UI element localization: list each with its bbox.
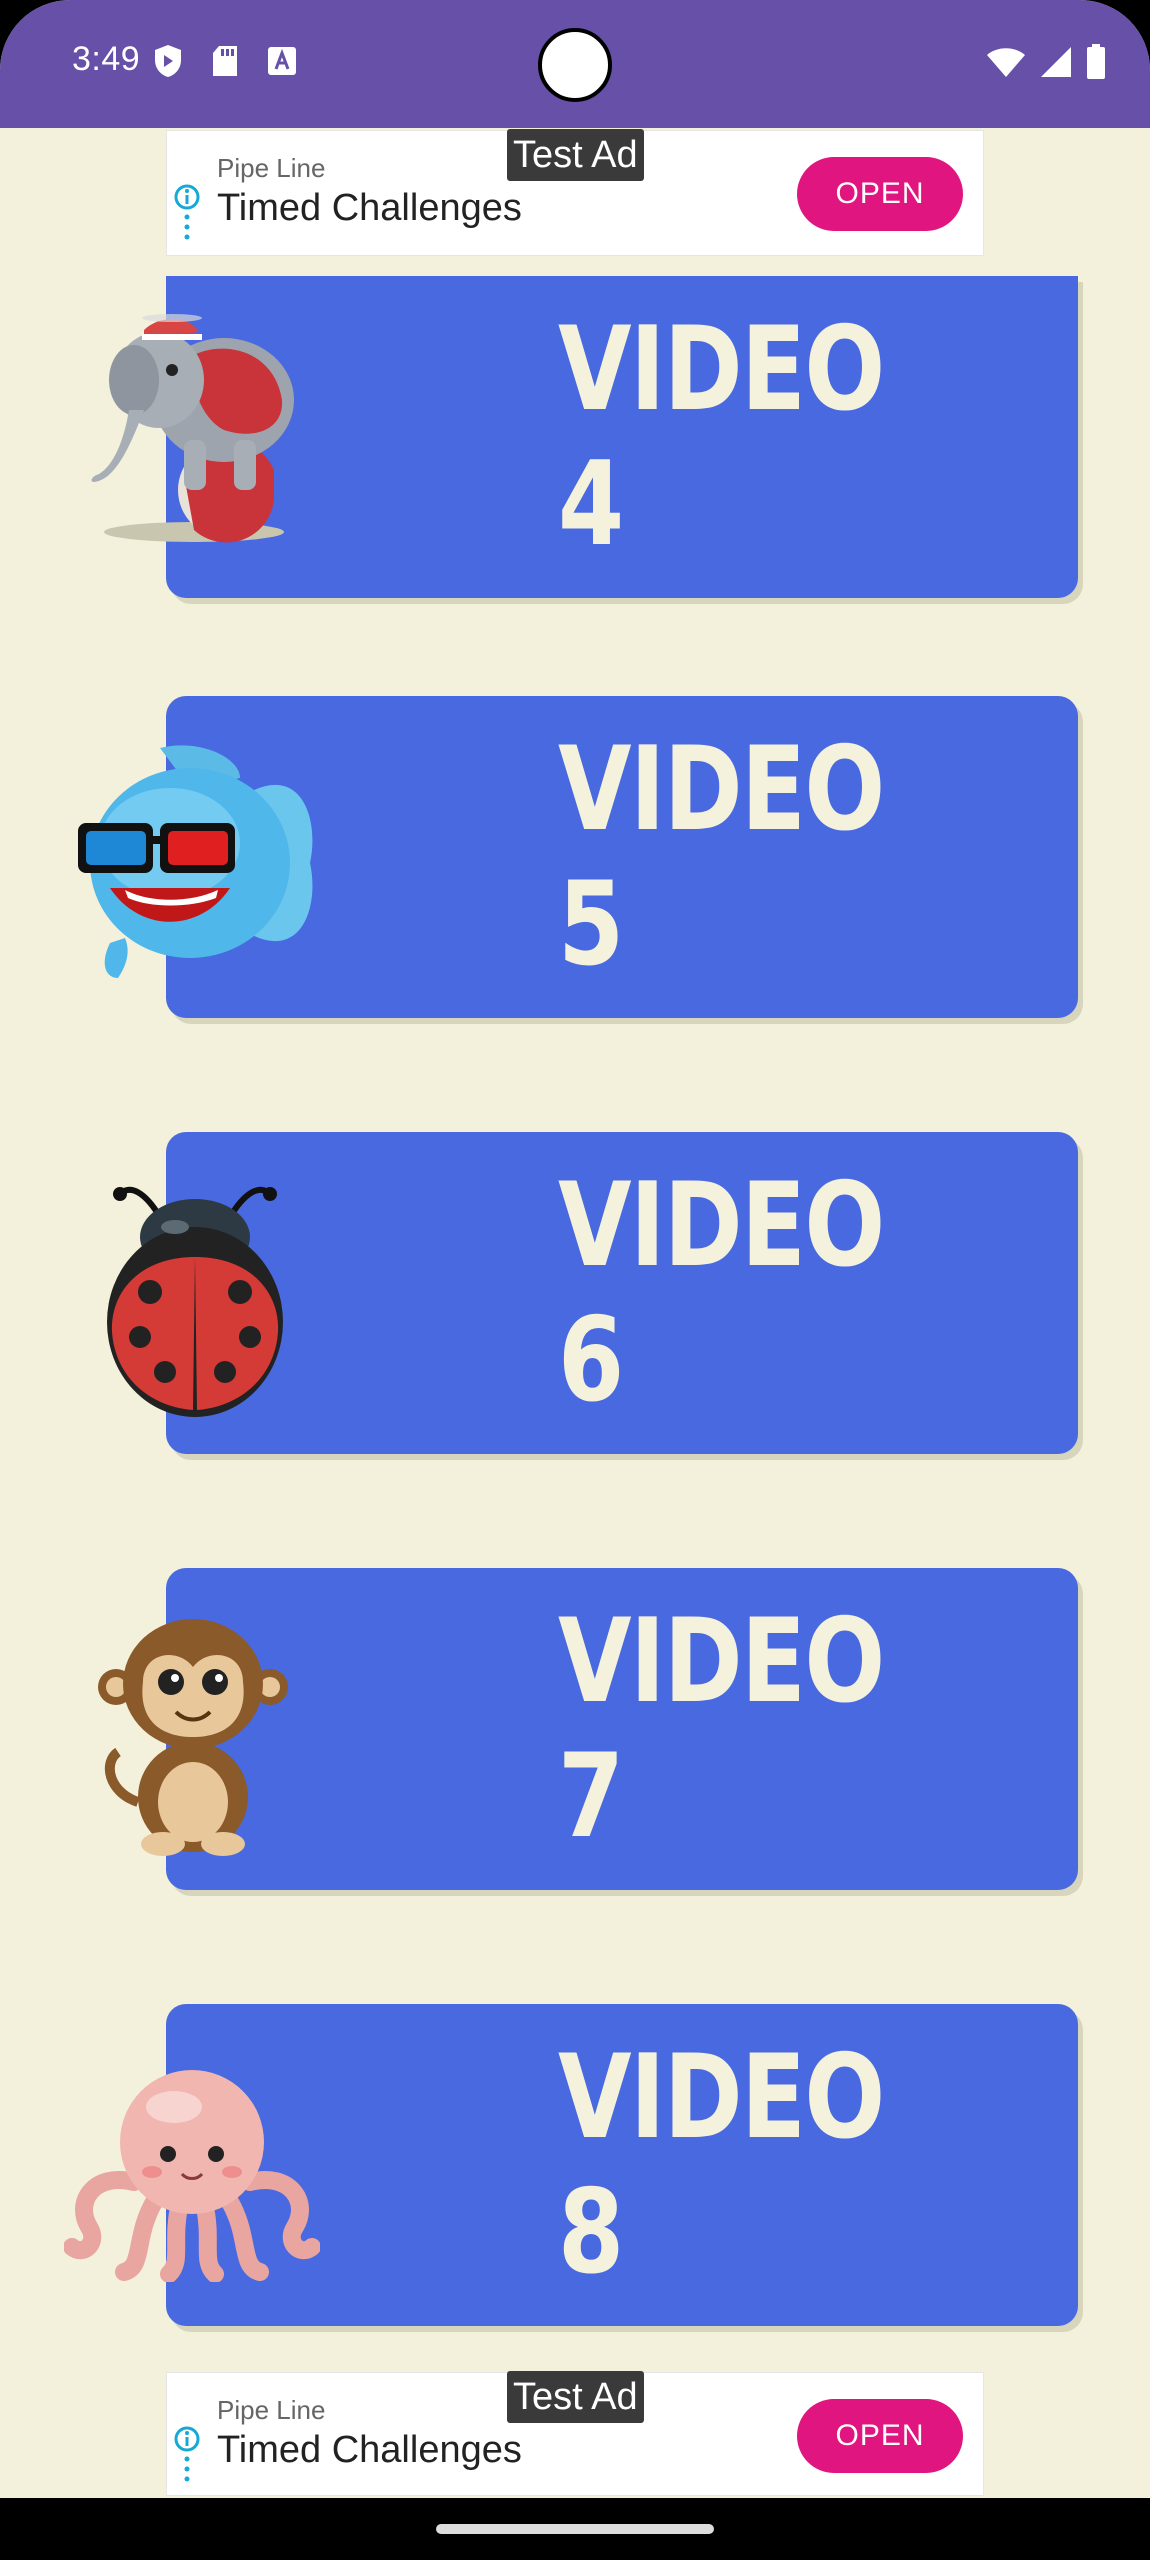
font-a-icon — [268, 47, 296, 75]
status-icons-right — [986, 44, 1106, 80]
ad-advertiser: Pipe Line — [217, 153, 326, 183]
sd-card-icon — [213, 46, 237, 76]
shield-icon — [155, 45, 181, 77]
status-time: 3:49 — [72, 40, 141, 78]
monkey-icon — [98, 1619, 288, 1856]
video-label: VIDEO 6 — [558, 1158, 885, 1428]
test-ad-badge: Test Ad — [507, 129, 644, 181]
elephant-icon — [91, 314, 294, 543]
video-label: VIDEO 7 — [558, 1594, 885, 1864]
wifi-icon — [987, 48, 1025, 77]
battery-icon — [1087, 44, 1105, 79]
video-label: VIDEO 5 — [558, 722, 885, 992]
camera-cutout — [538, 28, 612, 102]
fish-icon — [78, 745, 313, 978]
video-label: VIDEO 8 — [558, 2030, 885, 2300]
test-ad-badge: Test Ad — [507, 2371, 644, 2423]
octopus-icon — [64, 2070, 320, 2282]
status-bar: 3:49 — [0, 0, 1150, 128]
ad-banner-top[interactable]: Test Ad Pipe Line Timed Challenges OPEN — [166, 129, 984, 256]
video-card-6[interactable]: VIDEO 6 — [166, 1132, 1080, 1456]
ad-headline: Timed Challenges — [217, 187, 522, 229]
status-icons-left — [153, 44, 297, 78]
ad-banner-bottom[interactable]: Test Ad Pipe Line Timed Challenges OPEN — [166, 2371, 984, 2496]
info-icon[interactable] — [173, 2425, 201, 2489]
ad-open-button[interactable]: OPEN — [797, 157, 963, 231]
signal-icon — [1041, 47, 1071, 77]
home-gesture-handle[interactable] — [436, 2524, 714, 2534]
video-label: VIDEO 4 — [558, 302, 885, 572]
ad-headline: Timed Challenges — [217, 2429, 522, 2471]
info-icon[interactable] — [173, 183, 201, 247]
app-screen: 3:49 Test Ad Pipe Line Timed Challenges … — [0, 0, 1150, 2560]
ad-advertiser: Pipe Line — [217, 2395, 326, 2425]
ad-open-button[interactable]: OPEN — [797, 2399, 963, 2473]
ladybug-icon — [107, 1186, 283, 1417]
video-card-7[interactable]: VIDEO 7 — [166, 1568, 1080, 1892]
